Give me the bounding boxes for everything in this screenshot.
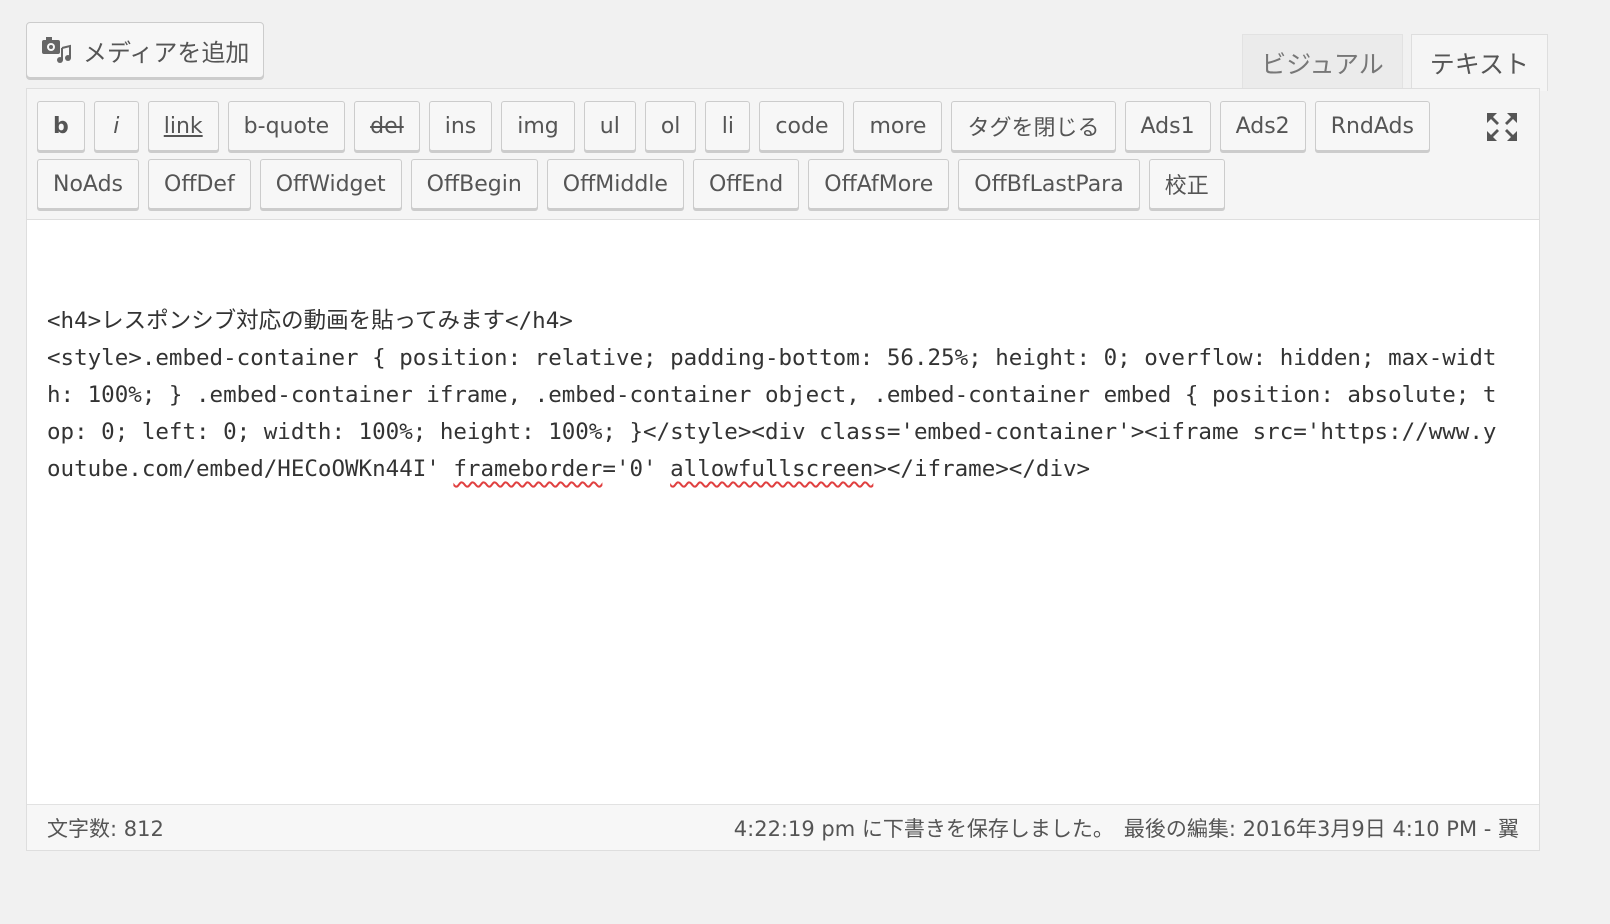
autosave-status: 4:22:19 pm に下書きを保存しました。 [733, 816, 1114, 841]
last-edit-info: 最後の編集: 2016年3月9日 4:10 PM - 翼 [1123, 816, 1519, 841]
status-bar: 文字数: 812 4:22:19 pm に下書きを保存しました。 最後の編集: … [27, 804, 1539, 850]
qt-rndads-button[interactable]: RndAds [1314, 101, 1430, 151]
qt-ads2-button[interactable]: Ads2 [1219, 101, 1306, 151]
qt-i-button[interactable]: i [93, 101, 139, 151]
qt-offwidget-button[interactable]: OffWidget [259, 159, 402, 209]
quicktags-toolbar: b i link b-quote del ins img ul ol li code more タグを閉… [27, 89, 1539, 220]
tab-visual[interactable]: ビジュアル [1242, 34, 1403, 90]
code-text: ='0' [602, 456, 671, 482]
qt-proofread-button[interactable]: 校正 [1148, 159, 1225, 209]
qt-offend-button[interactable]: OffEnd [692, 159, 800, 209]
qt-del-button[interactable]: del [354, 101, 420, 151]
camera-music-icon [39, 33, 73, 67]
qt-offbflastpara-button[interactable]: OffBfLastPara [958, 159, 1140, 209]
editor-tabs: ビジュアル テキスト [1242, 34, 1548, 91]
qt-offdef-button[interactable]: OffDef [148, 159, 251, 209]
misspelled-word: frameborder [453, 456, 603, 482]
qt-ads1-button[interactable]: Ads1 [1124, 101, 1211, 151]
qt-ul-button[interactable]: ul [583, 101, 636, 151]
qt-li-button[interactable]: li [705, 101, 751, 151]
qt-b-button[interactable]: b [37, 101, 85, 151]
editor-container: b i link b-quote del ins img ul ol li code more タグを閉… [26, 88, 1540, 851]
text-editor-area[interactable]: <h4>レスポンシブ対応の動画を貼ってみます</h4> <style>.embe… [47, 303, 1509, 488]
fullscreen-icon [1487, 113, 1517, 141]
word-count: 文字数: 812 [47, 816, 164, 841]
qt-offbegin-button[interactable]: OffBegin [410, 159, 538, 209]
qt-ol-button[interactable]: ol [644, 101, 697, 151]
qt-more-button[interactable]: more [853, 101, 943, 151]
fullscreen-button[interactable] [1483, 109, 1521, 145]
toolbar-row-1: b i link b-quote del ins img ul ol li code more タグを閉… [37, 101, 1539, 151]
add-media-label: メディアを追加 [83, 38, 250, 67]
add-media-button[interactable]: メディアを追加 [26, 22, 265, 78]
code-text: ></iframe></div> [873, 456, 1091, 482]
qt-img-button[interactable]: img [501, 101, 575, 151]
qt-noads-button[interactable]: NoAds [37, 159, 140, 209]
qt-offmiddle-button[interactable]: OffMiddle [546, 159, 684, 209]
qt-code-button[interactable]: code [759, 101, 845, 151]
qt-link-button[interactable]: link [147, 101, 219, 151]
qt-ins-button[interactable]: ins [428, 101, 493, 151]
qt-close-tags-button[interactable]: タグを閉じる [951, 101, 1116, 151]
toolbar-row-2: NoAds OffDef OffWidget OffBegin OffMiddle Off… [37, 159, 1539, 209]
qt-b-quote-button[interactable]: b-quote [227, 101, 346, 151]
misspelled-word: allowfullscreen [670, 456, 874, 482]
qt-offafmore-button[interactable]: OffAfMore [808, 159, 950, 209]
tab-text[interactable]: テキスト [1410, 34, 1548, 91]
